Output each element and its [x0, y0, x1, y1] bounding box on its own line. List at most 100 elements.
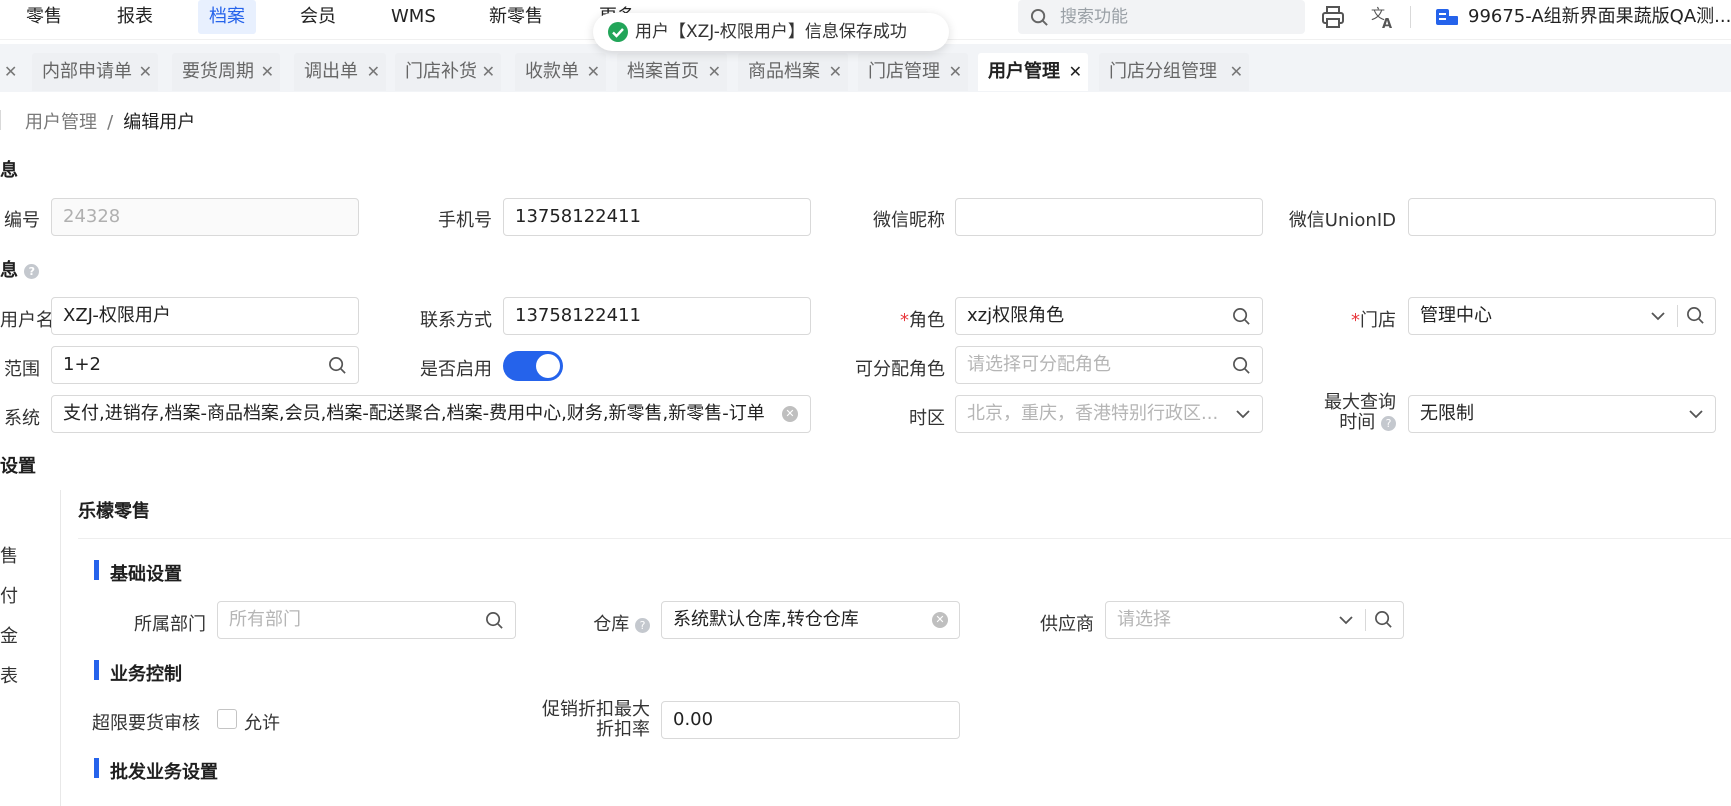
side-item-finance[interactable]: 金: [0, 622, 18, 648]
clear-icon[interactable]: ✕: [782, 406, 798, 422]
tab-replenish-cycle[interactable]: 要货周期 ✕: [172, 53, 280, 91]
page-tabs: ✕ 内部申请单 ✕ 要货周期 ✕ 调出单 ✕ 门店补货 ✕ 收款单 ✕ 档案首页 ✕ 商品档…: [0, 44, 1731, 92]
breadcrumb-parent[interactable]: 用户管理: [25, 112, 97, 133]
side-item-payment[interactable]: 付: [0, 582, 18, 608]
role-select[interactable]: xzj权限角色: [955, 297, 1263, 335]
timezone-label: 时区: [909, 408, 945, 429]
scope-value: 1+2: [63, 354, 101, 375]
close-icon[interactable]: ✕: [139, 53, 152, 91]
breadcrumb-separator: /: [107, 112, 114, 133]
section-title-permission-settings: 设置: [0, 456, 36, 477]
supplier-label: 供应商: [1040, 614, 1094, 635]
department-select[interactable]: 所有部门: [217, 601, 516, 639]
org-name[interactable]: 99675-A组新界面果蔬版QA测...: [1468, 0, 1731, 34]
nav-item-member[interactable]: 会员: [289, 0, 347, 34]
max-query-value: 无限制: [1420, 403, 1474, 424]
tab-label: 档案首页: [627, 61, 699, 82]
contact-value: 13758122411: [515, 305, 641, 326]
wechat-unionid-label: 微信UnionID: [1288, 210, 1396, 231]
tab-label: 门店补货: [405, 61, 477, 82]
tab-label: 调出单: [304, 61, 358, 82]
search-icon: [1030, 8, 1048, 26]
tab-user-management[interactable]: 用户管理 ✕: [978, 53, 1088, 91]
search-icon[interactable]: [1232, 356, 1251, 375]
subsection-title-business: 业务控制: [110, 664, 182, 685]
tab-label: 收款单: [525, 61, 579, 82]
max-query-select[interactable]: 无限制: [1408, 395, 1716, 433]
warehouse-label-text: 仓库: [593, 614, 630, 635]
system-select[interactable]: 支付,进销存,档案-商品档案,会员,档案-配送聚合,档案-费用中心,财务,新零售…: [51, 395, 811, 433]
tab-product-archive[interactable]: 商品档案 ✕: [738, 53, 848, 91]
printer-icon[interactable]: [1320, 4, 1346, 30]
divider: [1365, 609, 1366, 631]
warehouse-select[interactable]: 系统默认仓库,转仓仓库 ✕: [661, 601, 960, 639]
search-icon[interactable]: [328, 356, 347, 375]
nav-item-reports[interactable]: 报表: [106, 0, 164, 34]
close-icon[interactable]: ✕: [4, 53, 17, 91]
close-icon[interactable]: ✕: [949, 53, 962, 91]
success-toast: 用户【XZJ-权限用户】信息保存成功: [593, 13, 949, 51]
tab-transfer-out[interactable]: 调出单 ✕: [294, 53, 386, 91]
subsection-bar: [94, 560, 99, 580]
help-icon[interactable]: ?: [635, 618, 650, 633]
assignable-role-select[interactable]: 请选择可分配角色: [955, 346, 1263, 384]
system-value: 支付,进销存,档案-商品档案,会员,档案-配送聚合,档案-费用中心,财务,新零售…: [63, 403, 765, 424]
close-icon[interactable]: ✕: [1069, 53, 1082, 91]
tab-store-management[interactable]: 门店管理 ✕: [858, 53, 968, 91]
phone-label: 手机号: [438, 210, 492, 231]
check-circle-icon: [608, 22, 628, 42]
help-icon[interactable]: ?: [1381, 416, 1396, 431]
supplier-select[interactable]: 请选择: [1105, 601, 1404, 639]
enabled-toggle[interactable]: [503, 351, 563, 381]
close-icon[interactable]: ✕: [482, 53, 495, 91]
translate-icon[interactable]: 文 A: [1370, 4, 1396, 30]
chevron-down-icon: [1236, 410, 1250, 419]
scope-label: 范围: [4, 359, 40, 380]
nav-item-wms[interactable]: WMS: [380, 0, 447, 34]
close-icon[interactable]: ✕: [367, 53, 380, 91]
chevron-down-icon: [1339, 616, 1353, 625]
close-icon[interactable]: ✕: [708, 53, 721, 91]
promo-discount-input[interactable]: 0.00: [661, 701, 960, 739]
allow-label[interactable]: 允许: [244, 709, 280, 735]
clear-icon[interactable]: ✕: [932, 612, 948, 628]
search-icon[interactable]: [1232, 307, 1251, 326]
timezone-select[interactable]: 北京，重庆，香港特别行政区...: [955, 395, 1263, 433]
close-icon[interactable]: ✕: [829, 53, 842, 91]
toggle-knob: [536, 354, 560, 378]
side-item-report[interactable]: 表: [0, 662, 18, 688]
close-icon[interactable]: ✕: [1230, 53, 1243, 91]
nav-item-retail[interactable]: 零售: [15, 0, 73, 34]
search-icon[interactable]: [1686, 306, 1705, 325]
warehouse-value: 系统默认仓库,转仓仓库: [673, 609, 859, 630]
contact-field[interactable]: 13758122411: [503, 297, 811, 335]
divider: [1677, 305, 1678, 327]
tab-internal-request[interactable]: 内部申请单 ✕: [32, 53, 158, 91]
allow-checkbox[interactable]: [217, 709, 237, 729]
close-icon[interactable]: ✕: [261, 53, 274, 91]
nav-item-archive[interactable]: 档案: [198, 0, 256, 34]
search-icon[interactable]: [485, 611, 504, 630]
scope-select[interactable]: 1+2: [51, 346, 359, 384]
function-search-input[interactable]: 搜索功能: [1018, 0, 1305, 34]
over-limit-label: 超限要货审核: [92, 713, 200, 734]
tab-label: 门店管理: [868, 61, 940, 82]
search-icon[interactable]: [1374, 610, 1393, 629]
assignable-role-placeholder: 请选择可分配角色: [967, 354, 1111, 375]
phone-field[interactable]: 13758122411: [503, 198, 811, 236]
close-icon[interactable]: ✕: [587, 53, 600, 91]
help-icon[interactable]: ?: [24, 264, 40, 279]
tab-store-group-management[interactable]: 门店分组管理 ✕: [1099, 53, 1249, 91]
username-field[interactable]: XZJ-权限用户: [51, 297, 359, 335]
side-item-retail[interactable]: 售: [0, 542, 18, 568]
nav-item-new-retail[interactable]: 新零售: [478, 0, 554, 34]
wechat-nickname-label: 微信昵称: [873, 210, 945, 231]
promo-discount-label: 促销折扣最大 折扣率: [530, 700, 650, 740]
tab-receipt[interactable]: 收款单 ✕: [515, 53, 606, 91]
wechat-unionid-field[interactable]: [1408, 198, 1716, 236]
store-select[interactable]: 管理中心: [1408, 297, 1716, 335]
wechat-nickname-field[interactable]: [955, 198, 1263, 236]
tab-store-replenish[interactable]: 门店补货 ✕: [395, 53, 501, 91]
search-placeholder: 搜索功能: [1060, 7, 1128, 27]
tab-archive-home[interactable]: 档案首页 ✕: [617, 53, 727, 91]
